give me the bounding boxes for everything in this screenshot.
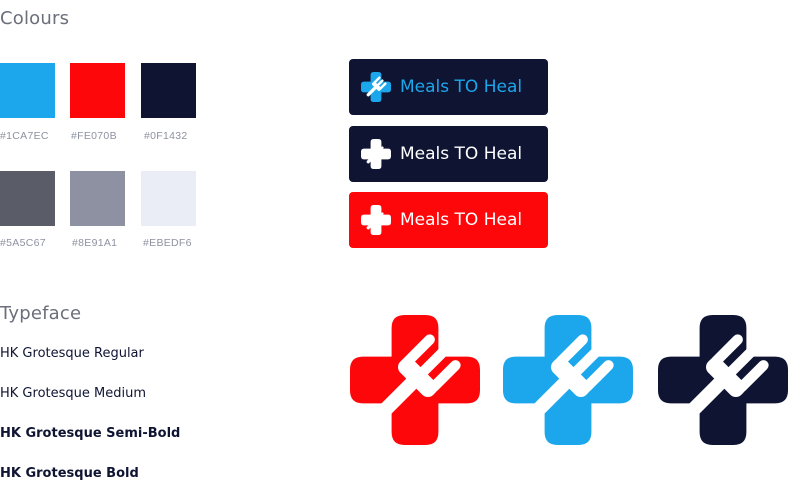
colour-hex-label: #EBEDF6 — [143, 237, 192, 249]
colour-hex-label: #FE070B — [71, 130, 117, 142]
typeface-semi-bold: HK Grotesque Semi-Bold — [0, 426, 181, 441]
cross-fork-icon — [503, 315, 633, 445]
colours-heading: Colours — [0, 8, 70, 29]
colour-hex-label: #5A5C67 — [0, 237, 46, 249]
logo-badge-text: Meals TO Heal — [400, 144, 523, 164]
colour-swatch — [141, 63, 196, 118]
logo-badge-text: Meals TO Heal — [400, 77, 523, 97]
typeface-bold: HK Grotesque Bold — [0, 466, 139, 481]
cross-fork-icon — [350, 315, 480, 445]
logo-badge-white-on-navy: Meals TO Heal — [349, 126, 548, 182]
typeface-heading: Typeface — [0, 303, 82, 324]
colour-hex-label: #8E91A1 — [72, 237, 118, 249]
colour-swatch — [0, 171, 55, 226]
logo-badge-blue-on-navy: Meals TO Heal — [349, 59, 548, 115]
cross-fork-icon — [361, 139, 391, 169]
typeface-regular: HK Grotesque Regular — [0, 346, 144, 361]
colour-hex-label: #0F1432 — [144, 130, 188, 142]
colour-swatch — [70, 171, 125, 226]
colour-swatch — [141, 171, 196, 226]
cross-fork-icon — [361, 205, 391, 235]
colour-hex-label: #1CA7EC — [0, 130, 49, 142]
colour-swatch — [0, 63, 55, 118]
cross-fork-icon — [658, 315, 788, 445]
logo-badge-white-on-red: Meals TO Heal — [349, 192, 548, 248]
typeface-medium: HK Grotesque Medium — [0, 386, 146, 401]
cross-fork-icon — [361, 72, 391, 102]
logo-badge-text: Meals TO Heal — [400, 210, 523, 230]
colour-swatch — [70, 63, 125, 118]
